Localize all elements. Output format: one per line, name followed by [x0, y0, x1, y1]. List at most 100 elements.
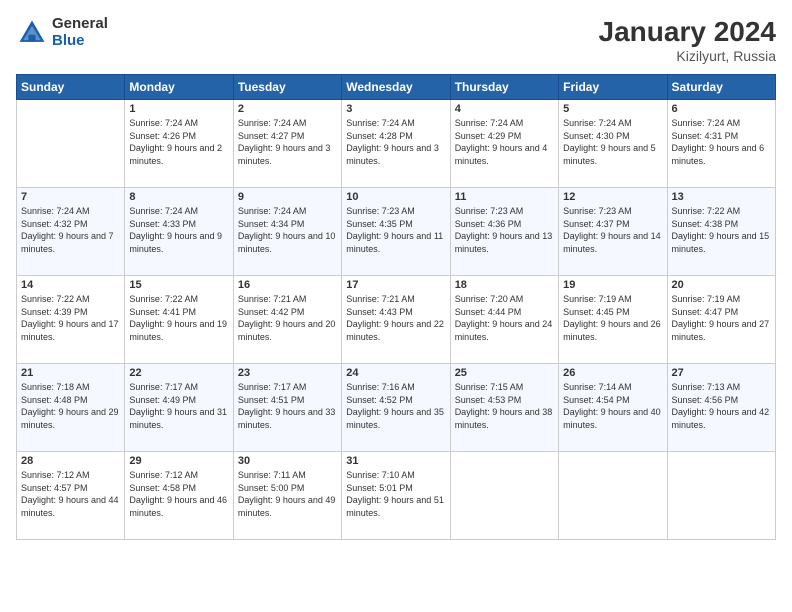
- table-row: 9 Sunrise: 7:24 AMSunset: 4:34 PMDaylight…: [233, 188, 341, 276]
- cell-info: Sunrise: 7:22 AMSunset: 4:39 PMDaylight:…: [21, 293, 120, 343]
- date-number: 26: [563, 367, 662, 379]
- table-row: 28 Sunrise: 7:12 AMSunset: 4:57 PMDayligh…: [17, 452, 125, 540]
- date-number: 17: [346, 279, 445, 291]
- date-number: 20: [672, 279, 771, 291]
- header-sunday: Sunday: [17, 75, 125, 100]
- table-row: 30Sunrise: 7:11 AMSunset: 5:00 PMDayligh…: [233, 452, 341, 540]
- table-row: 25Sunrise: 7:15 AMSunset: 4:53 PMDayligh…: [450, 364, 558, 452]
- date-number: 8: [129, 191, 228, 203]
- cell-info: Sunrise: 7:21 AMSunset: 4:42 PMDaylight:…: [238, 293, 337, 343]
- logo: General Blue: [16, 16, 108, 49]
- date-number: 31: [346, 455, 445, 467]
- date-number: 22: [129, 367, 228, 379]
- cell-info: Sunrise: 7:24 AMSunset: 4:31 PMDaylight:…: [672, 117, 771, 167]
- title-block: January 2024 Kizilyurt, Russia: [599, 16, 776, 64]
- table-row: [667, 452, 775, 540]
- table-row: 5 Sunrise: 7:24 AMSunset: 4:30 PMDaylight…: [559, 100, 667, 188]
- cell-info: Sunrise: 7:22 AMSunset: 4:38 PMDaylight:…: [672, 205, 771, 255]
- calendar-table: Sunday Monday Tuesday Wednesday Thursday…: [16, 74, 776, 540]
- table-row: [450, 452, 558, 540]
- table-row: 20Sunrise: 7:19 AMSunset: 4:47 PMDayligh…: [667, 276, 775, 364]
- cell-info: Sunrise: 7:21 AMSunset: 4:43 PMDaylight:…: [346, 293, 445, 343]
- table-row: 6 Sunrise: 7:24 AMSunset: 4:31 PMDaylight…: [667, 100, 775, 188]
- cell-info: Sunrise: 7:24 AMSunset: 4:33 PMDaylight:…: [129, 205, 228, 255]
- calendar-week-row: 21 Sunrise: 7:18 AMSunset: 4:48 PMDayligh…: [17, 364, 776, 452]
- table-row: 15Sunrise: 7:22 AMSunset: 4:41 PMDayligh…: [125, 276, 233, 364]
- logo-blue-text: Blue: [52, 33, 108, 50]
- table-row: 17 Sunrise: 7:21 AMSunset: 4:43 PMDayligh…: [342, 276, 450, 364]
- table-row: 16 Sunrise: 7:21 AMSunset: 4:42 PMDayligh…: [233, 276, 341, 364]
- cell-info: Sunrise: 7:24 AMSunset: 4:27 PMDaylight:…: [238, 117, 337, 167]
- calendar-title: January 2024: [599, 16, 776, 48]
- date-number: 15: [129, 279, 228, 291]
- calendar-week-row: 28 Sunrise: 7:12 AMSunset: 4:57 PMDayligh…: [17, 452, 776, 540]
- cell-info: Sunrise: 7:23 AMSunset: 4:35 PMDaylight:…: [346, 205, 445, 255]
- header-thursday: Thursday: [450, 75, 558, 100]
- table-row: 2 Sunrise: 7:24 AMSunset: 4:27 PMDaylight…: [233, 100, 341, 188]
- date-number: 13: [672, 191, 771, 203]
- cell-info: Sunrise: 7:24 AMSunset: 4:34 PMDaylight:…: [238, 205, 337, 255]
- table-row: 19 Sunrise: 7:19 AMSunset: 4:45 PMDayligh…: [559, 276, 667, 364]
- date-number: 18: [455, 279, 554, 291]
- cell-info: Sunrise: 7:24 AMSunset: 4:32 PMDaylight:…: [21, 205, 120, 255]
- page: General Blue January 2024 Kizilyurt, Rus…: [0, 0, 792, 612]
- date-number: 29: [129, 455, 228, 467]
- table-row: 22 Sunrise: 7:17 AMSunset: 4:49 PMDayligh…: [125, 364, 233, 452]
- date-number: 28: [21, 455, 120, 467]
- date-number: 23: [238, 367, 337, 379]
- table-row: 24 Sunrise: 7:16 AMSunset: 4:52 PMDayligh…: [342, 364, 450, 452]
- cell-info: Sunrise: 7:11 AMSunset: 5:00 PMDaylight:…: [238, 469, 337, 519]
- date-number: 6: [672, 103, 771, 115]
- table-row: 4 Sunrise: 7:24 AMSunset: 4:29 PMDaylight…: [450, 100, 558, 188]
- table-row: 7 Sunrise: 7:24 AMSunset: 4:32 PMDaylight…: [17, 188, 125, 276]
- date-number: 4: [455, 103, 554, 115]
- date-number: 7: [21, 191, 120, 203]
- date-number: 21: [21, 367, 120, 379]
- table-row: 26Sunrise: 7:14 AMSunset: 4:54 PMDayligh…: [559, 364, 667, 452]
- table-row: 31Sunrise: 7:10 AMSunset: 5:01 PMDayligh…: [342, 452, 450, 540]
- date-number: 2: [238, 103, 337, 115]
- date-number: 19: [563, 279, 662, 291]
- table-row: 3 Sunrise: 7:24 AMSunset: 4:28 PMDaylight…: [342, 100, 450, 188]
- logo-text: General Blue: [52, 16, 108, 49]
- date-number: 16: [238, 279, 337, 291]
- date-number: 3: [346, 103, 445, 115]
- calendar-week-row: 7 Sunrise: 7:24 AMSunset: 4:32 PMDaylight…: [17, 188, 776, 276]
- table-row: 10 Sunrise: 7:23 AMSunset: 4:35 PMDayligh…: [342, 188, 450, 276]
- date-number: 10: [346, 191, 445, 203]
- cell-info: Sunrise: 7:12 AMSunset: 4:57 PMDaylight:…: [21, 469, 120, 519]
- date-number: 9: [238, 191, 337, 203]
- cell-info: Sunrise: 7:17 AMSunset: 4:49 PMDaylight:…: [129, 381, 228, 431]
- cell-info: Sunrise: 7:15 AMSunset: 4:53 PMDaylight:…: [455, 381, 554, 431]
- cell-info: Sunrise: 7:18 AMSunset: 4:48 PMDaylight:…: [21, 381, 120, 431]
- date-number: 11: [455, 191, 554, 203]
- cell-info: Sunrise: 7:24 AMSunset: 4:26 PMDaylight:…: [129, 117, 228, 167]
- header-tuesday: Tuesday: [233, 75, 341, 100]
- header-monday: Monday: [125, 75, 233, 100]
- cell-info: Sunrise: 7:24 AMSunset: 4:28 PMDaylight:…: [346, 117, 445, 167]
- calendar-week-row: 14 Sunrise: 7:22 AMSunset: 4:39 PMDayligh…: [17, 276, 776, 364]
- table-row: 18 Sunrise: 7:20 AMSunset: 4:44 PMDayligh…: [450, 276, 558, 364]
- date-number: 24: [346, 367, 445, 379]
- date-number: 5: [563, 103, 662, 115]
- cell-info: Sunrise: 7:16 AMSunset: 4:52 PMDaylight:…: [346, 381, 445, 431]
- logo-general-text: General: [52, 16, 108, 33]
- cell-info: Sunrise: 7:12 AMSunset: 4:58 PMDaylight:…: [129, 469, 228, 519]
- date-number: 27: [672, 367, 771, 379]
- cell-info: Sunrise: 7:24 AMSunset: 4:29 PMDaylight:…: [455, 117, 554, 167]
- header: General Blue January 2024 Kizilyurt, Rus…: [16, 16, 776, 64]
- date-number: 14: [21, 279, 120, 291]
- table-row: 21 Sunrise: 7:18 AMSunset: 4:48 PMDayligh…: [17, 364, 125, 452]
- logo-icon: [16, 17, 48, 49]
- date-number: 1: [129, 103, 228, 115]
- header-friday: Friday: [559, 75, 667, 100]
- cell-info: Sunrise: 7:20 AMSunset: 4:44 PMDaylight:…: [455, 293, 554, 343]
- table-row: 23Sunrise: 7:17 AMSunset: 4:51 PMDayligh…: [233, 364, 341, 452]
- table-row: 27Sunrise: 7:13 AMSunset: 4:56 PMDayligh…: [667, 364, 775, 452]
- cell-info: Sunrise: 7:23 AMSunset: 4:37 PMDaylight:…: [563, 205, 662, 255]
- cell-info: Sunrise: 7:23 AMSunset: 4:36 PMDaylight:…: [455, 205, 554, 255]
- header-saturday: Saturday: [667, 75, 775, 100]
- cell-info: Sunrise: 7:19 AMSunset: 4:45 PMDaylight:…: [563, 293, 662, 343]
- table-row: [17, 100, 125, 188]
- cell-info: Sunrise: 7:24 AMSunset: 4:30 PMDaylight:…: [563, 117, 662, 167]
